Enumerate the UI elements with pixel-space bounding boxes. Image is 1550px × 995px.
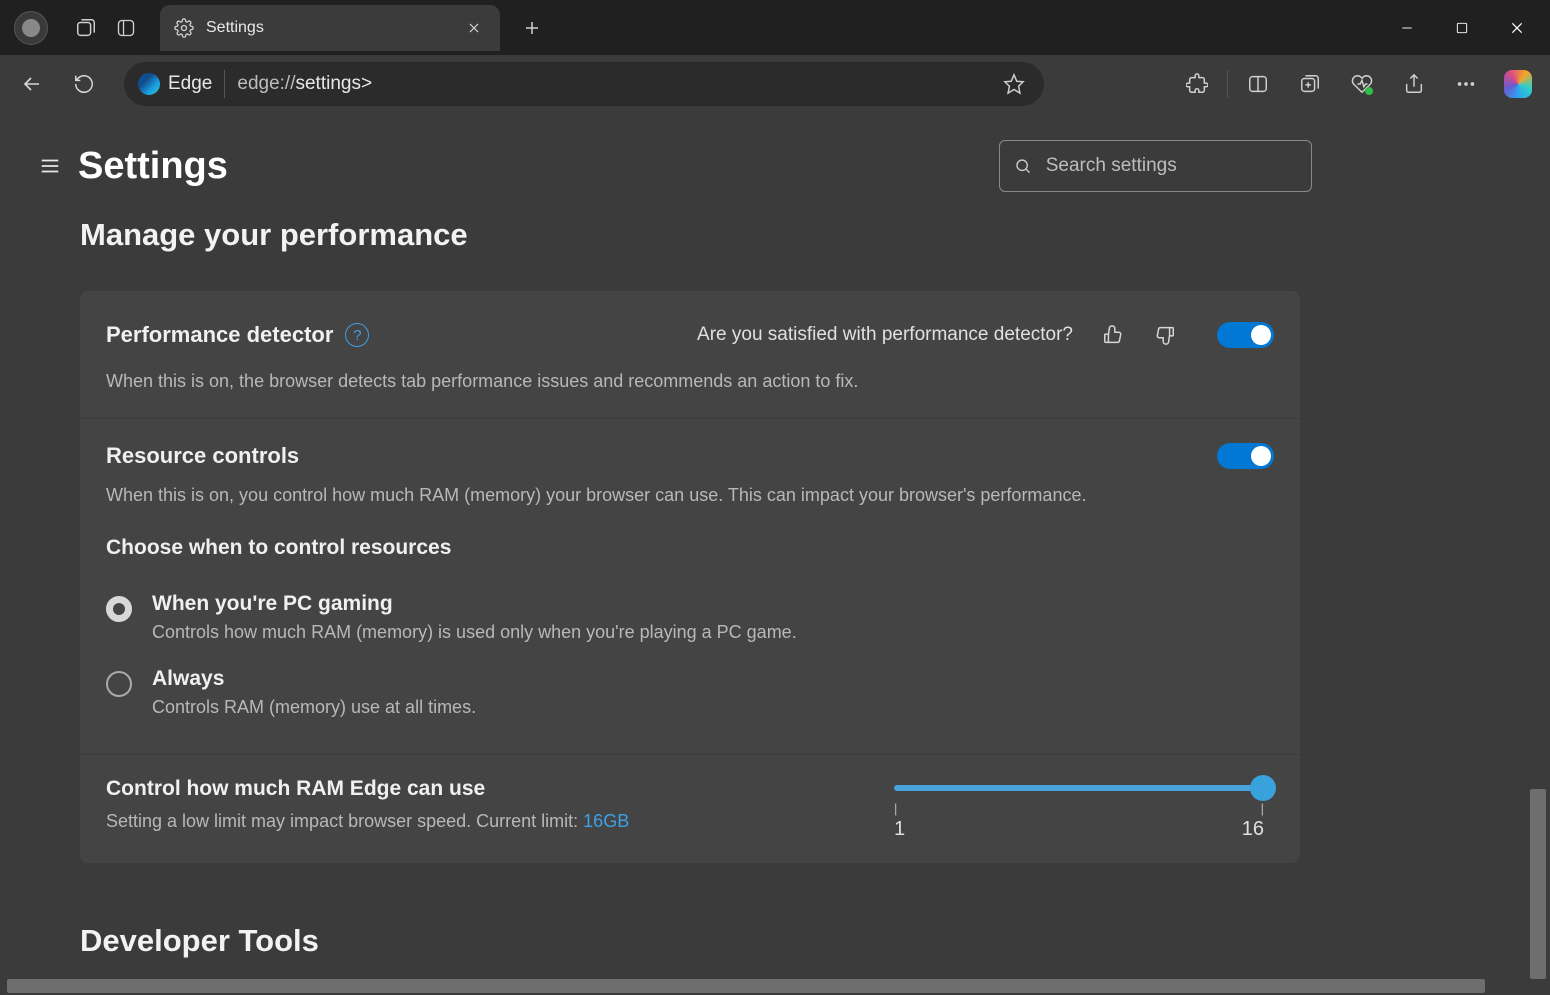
slider-max-label: 16 [1242, 818, 1264, 841]
copilot-icon [1504, 70, 1532, 98]
search-settings-box[interactable] [999, 140, 1312, 192]
tab-close-button[interactable] [462, 16, 486, 40]
radio-input-always[interactable] [106, 671, 132, 697]
share-button[interactable] [1392, 62, 1436, 106]
radio-desc-gaming: Controls how much RAM (memory) is used o… [152, 622, 797, 643]
feedback-question: Are you satisfied with performance detec… [697, 324, 1073, 346]
more-button[interactable] [1444, 62, 1488, 106]
slider-labels: 1 16 [894, 818, 1264, 841]
arrow-left-icon [20, 72, 44, 96]
share-icon [1403, 73, 1425, 95]
maximize-icon [1455, 21, 1469, 35]
workspaces-icon[interactable] [66, 8, 106, 48]
radio-input-gaming[interactable] [106, 596, 132, 622]
address-bar[interactable]: Edge edge://settings> [124, 62, 1044, 106]
performance-card: Performance detector ? Are you satisfied… [80, 291, 1300, 863]
tab-actions-icon[interactable] [106, 8, 146, 48]
info-button[interactable]: ? [345, 323, 369, 347]
performance-detector-desc: When this is on, the browser detects tab… [106, 369, 1274, 394]
ram-slider[interactable] [894, 785, 1264, 791]
profile-avatar[interactable] [14, 11, 48, 45]
settings-header: Settings [0, 113, 1550, 219]
new-tab-button[interactable] [512, 8, 552, 48]
settings-content: Manage your performance Performance dete… [0, 219, 1550, 995]
ram-limit-title: Control how much RAM Edge can use [106, 777, 854, 801]
performance-detector-title: Performance detector [106, 322, 333, 348]
edge-logo-icon [138, 73, 160, 95]
performance-detector-toggle[interactable] [1217, 322, 1274, 348]
minimize-icon [1400, 21, 1414, 35]
hamburger-icon [39, 155, 61, 177]
site-identity-label: Edge [168, 73, 212, 95]
tab-title: Settings [206, 19, 450, 37]
performance-detector-row: Performance detector ? Are you satisfied… [80, 291, 1300, 419]
resource-controls-toggle[interactable] [1217, 443, 1274, 469]
close-icon [1509, 20, 1525, 36]
plus-icon [523, 19, 541, 37]
ram-limit-row: Control how much RAM Edge can use Settin… [80, 755, 1300, 863]
radio-pc-gaming[interactable]: When you're PC gaming Controls how much … [106, 580, 1274, 655]
radio-label-always: Always [152, 667, 476, 691]
thumbs-down-button[interactable] [1145, 315, 1185, 355]
slider-ticks: || [894, 801, 1264, 816]
slider-handle[interactable] [1250, 775, 1276, 801]
page-title: Settings [78, 145, 228, 188]
site-identity[interactable]: Edge [138, 73, 212, 95]
radio-always[interactable]: Always Controls RAM (memory) use at all … [106, 655, 1274, 730]
settings-menu-button[interactable] [28, 144, 72, 188]
refresh-button[interactable] [62, 62, 106, 106]
collections-button[interactable] [1288, 62, 1332, 106]
ellipsis-icon [1455, 73, 1477, 95]
favorite-button[interactable] [998, 68, 1030, 100]
window-minimize-button[interactable] [1379, 8, 1434, 48]
browser-tab-settings[interactable]: Settings [160, 5, 500, 51]
close-icon [467, 21, 481, 35]
ram-limit-value-link[interactable]: 16GB [583, 811, 629, 831]
section-title-developer: Developer Tools [80, 923, 1550, 959]
slider-min-label: 1 [894, 818, 905, 841]
split-screen-button[interactable] [1236, 62, 1280, 106]
browser-essentials-button[interactable] [1340, 62, 1384, 106]
separator [1227, 70, 1228, 98]
search-settings-input[interactable] [1046, 155, 1297, 177]
puzzle-icon [1186, 73, 1208, 95]
back-button[interactable] [10, 62, 54, 106]
url-toolbar: Edge edge://settings> [0, 55, 1550, 113]
window-titlebar: Settings [0, 0, 1550, 55]
slider-track [894, 785, 1264, 791]
separator [224, 70, 225, 98]
resource-controls-row: Resource controls When this is on, you c… [80, 419, 1300, 755]
vertical-scrollbar[interactable] [1530, 789, 1546, 979]
status-dot-icon [1364, 86, 1374, 96]
window-maximize-button[interactable] [1434, 8, 1489, 48]
thumbs-up-icon [1102, 324, 1124, 346]
star-icon [1003, 73, 1025, 95]
refresh-icon [73, 73, 95, 95]
resource-controls-desc: When this is on, you control how much RA… [106, 483, 1274, 508]
thumbs-down-icon [1154, 324, 1176, 346]
section-title-performance: Manage your performance [80, 219, 1550, 253]
url-text: edge://settings> [237, 73, 372, 95]
window-close-button[interactable] [1489, 8, 1544, 48]
thumbs-up-button[interactable] [1093, 315, 1133, 355]
radio-label-gaming: When you're PC gaming [152, 592, 797, 616]
collections-icon [1299, 73, 1321, 95]
choose-when-title: Choose when to control resources [106, 536, 1274, 560]
horizontal-scrollbar[interactable] [7, 979, 1485, 993]
search-icon [1014, 156, 1032, 176]
settings-page: Settings Manage your performance Perform… [0, 113, 1550, 995]
ram-limit-desc: Setting a low limit may impact browser s… [106, 811, 854, 832]
extensions-button[interactable] [1175, 62, 1219, 106]
resource-controls-title: Resource controls [106, 443, 299, 469]
copilot-button[interactable] [1496, 62, 1540, 106]
gear-icon [174, 18, 194, 38]
radio-desc-always: Controls RAM (memory) use at all times. [152, 697, 476, 718]
split-icon [1247, 73, 1269, 95]
